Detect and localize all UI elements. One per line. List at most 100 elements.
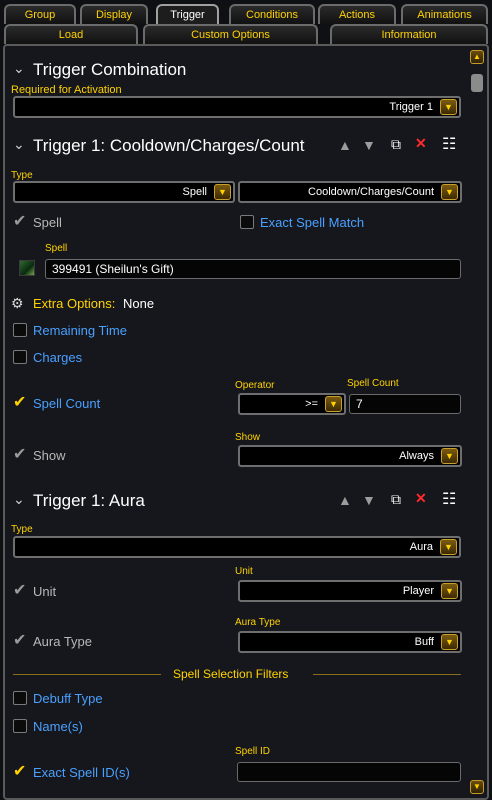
- remaining-time-label: Remaining Time: [33, 323, 127, 338]
- checkmark-icon[interactable]: ✔: [13, 214, 26, 230]
- tab-group[interactable]: Group: [4, 4, 76, 24]
- delete-x-icon[interactable]: ✕: [415, 490, 427, 507]
- dropdown-value: Buff: [414, 636, 434, 648]
- tab-animations[interactable]: Animations: [401, 4, 488, 24]
- scroll-down-button[interactable]: ▼: [470, 780, 484, 794]
- filters-title: Spell Selection Filters: [173, 667, 289, 681]
- spell-count-input[interactable]: 7: [349, 394, 461, 414]
- extra-options-label: Extra Options:: [33, 296, 116, 311]
- dropdown-arrow-icon[interactable]: ▼: [441, 448, 458, 464]
- tab-label: Load: [58, 29, 84, 41]
- dropdown-value: Player: [402, 585, 434, 597]
- dropdown-value: Aura: [409, 541, 433, 553]
- exact-spell-match-checkbox[interactable]: [240, 215, 254, 229]
- arrow-up-icon[interactable]: ▲: [338, 492, 352, 508]
- tab-label: Information: [381, 29, 437, 41]
- dropdown-arrow-icon[interactable]: ▼: [440, 539, 457, 555]
- chevron-down-icon[interactable]: ⌄: [13, 136, 25, 153]
- required-label: Required for Activation: [11, 84, 122, 96]
- aura-type-dropdown[interactable]: Aura ▼: [13, 536, 461, 558]
- dropdown-value: Spell: [182, 186, 207, 198]
- spell-id-label: Spell ID: [235, 746, 271, 757]
- show-checkbox-label: Show: [33, 448, 66, 463]
- tab-row-secondary: Load Custom Options Information: [0, 24, 492, 44]
- unit-label: Unit: [235, 566, 253, 577]
- show-dropdown[interactable]: Always ▼: [238, 445, 462, 467]
- options-panel: ⌄ Trigger Combination Required for Activ…: [3, 44, 489, 800]
- scroll-up-button[interactable]: ▲: [470, 50, 484, 64]
- scroll-thumb[interactable]: [471, 74, 483, 92]
- tab-information[interactable]: Information: [330, 24, 488, 44]
- gear-icon[interactable]: ⚙: [11, 295, 24, 312]
- chevron-down-icon[interactable]: ⌄: [13, 491, 25, 508]
- dropdown-value: Cooldown/Charges/Count: [308, 186, 434, 198]
- tab-conditions[interactable]: Conditions: [229, 4, 315, 24]
- aura-type-dropdown[interactable]: Buff ▼: [238, 631, 462, 653]
- tab-trigger[interactable]: Trigger: [156, 4, 219, 24]
- tab-custom-options[interactable]: Custom Options: [143, 24, 318, 44]
- duplicate-icon[interactable]: ⧉: [391, 491, 401, 508]
- subtype-dropdown[interactable]: Cooldown/Charges/Count ▼: [238, 181, 462, 203]
- exact-spell-match-label: Exact Spell Match: [260, 215, 365, 230]
- dropdown-value: >=: [305, 398, 318, 410]
- tab-label: Display: [95, 9, 133, 21]
- spell-label: Spell: [45, 243, 68, 254]
- delete-x-icon[interactable]: ✕: [415, 135, 427, 152]
- dropdown-value: Trigger 1: [389, 101, 433, 113]
- trigger-title: Trigger 1: Aura: [33, 491, 145, 510]
- tab-label: Group: [24, 9, 56, 21]
- divider-right: [313, 674, 461, 675]
- notes-icon[interactable]: ☷: [442, 489, 456, 509]
- tab-actions[interactable]: Actions: [318, 4, 396, 24]
- dropdown-arrow-icon[interactable]: ▼: [441, 184, 458, 200]
- spell-input[interactable]: 399491 (Sheilun's Gift): [45, 259, 461, 279]
- dropdown-arrow-icon[interactable]: ▼: [441, 634, 458, 650]
- chevron-down-icon[interactable]: ⌄: [13, 60, 25, 77]
- operator-dropdown[interactable]: >= ▼: [238, 393, 346, 415]
- names-checkbox[interactable]: [13, 719, 27, 733]
- checkmark-icon[interactable]: ✔: [13, 633, 26, 649]
- arrow-down-icon[interactable]: ▼: [362, 492, 376, 508]
- dropdown-arrow-icon[interactable]: ▼: [325, 396, 342, 412]
- trigger-title: Trigger 1: Cooldown/Charges/Count: [33, 136, 305, 155]
- names-label: Name(s): [33, 719, 83, 734]
- checkmark-icon[interactable]: ✔: [13, 395, 26, 411]
- dropdown-arrow-icon[interactable]: ▼: [214, 184, 231, 200]
- checkmark-icon[interactable]: ✔: [13, 764, 26, 780]
- notes-icon[interactable]: ☷: [442, 134, 456, 154]
- remaining-time-checkbox[interactable]: [13, 323, 27, 337]
- type-label: Type: [11, 524, 33, 535]
- show-label: Show: [235, 432, 261, 443]
- type-dropdown[interactable]: Spell ▼: [13, 181, 235, 203]
- tab-label: Animations: [417, 9, 472, 21]
- dropdown-arrow-icon[interactable]: ▼: [441, 583, 458, 599]
- arrow-up-icon[interactable]: ▲: [338, 137, 352, 153]
- divider-left: [13, 674, 161, 675]
- tab-label: Conditions: [246, 9, 298, 21]
- debuff-type-label: Debuff Type: [33, 691, 103, 706]
- spell-id-input[interactable]: [237, 762, 461, 782]
- debuff-type-checkbox[interactable]: [13, 691, 27, 705]
- extra-options-value: None: [123, 296, 155, 311]
- unit-dropdown[interactable]: Player ▼: [238, 580, 462, 602]
- dropdown-arrow-icon[interactable]: ▼: [440, 99, 457, 115]
- scrollbar[interactable]: ▲ ▼: [470, 50, 484, 794]
- tab-load[interactable]: Load: [4, 24, 138, 44]
- aura-type-label: Aura Type: [235, 617, 281, 628]
- combination-dropdown[interactable]: Trigger 1 ▼: [13, 96, 461, 118]
- tab-label: Custom Options: [191, 29, 270, 41]
- arrow-down-icon[interactable]: ▼: [362, 137, 376, 153]
- aura-type-checkbox-label: Aura Type: [33, 634, 93, 649]
- combination-title: Trigger Combination: [33, 60, 187, 79]
- spell-count-field-label: Spell Count: [347, 378, 399, 389]
- tab-label: Actions: [338, 9, 376, 21]
- tab-row-primary: Group Display Trigger Conditions Actions…: [0, 4, 492, 24]
- tab-label: Trigger: [170, 9, 205, 21]
- tab-display[interactable]: Display: [80, 4, 148, 24]
- type-label: Type: [11, 170, 33, 181]
- charges-checkbox[interactable]: [13, 350, 27, 364]
- spell-count-label: Spell Count: [33, 396, 101, 411]
- duplicate-icon[interactable]: ⧉: [391, 136, 401, 153]
- checkmark-icon[interactable]: ✔: [13, 583, 26, 599]
- checkmark-icon[interactable]: ✔: [13, 447, 26, 463]
